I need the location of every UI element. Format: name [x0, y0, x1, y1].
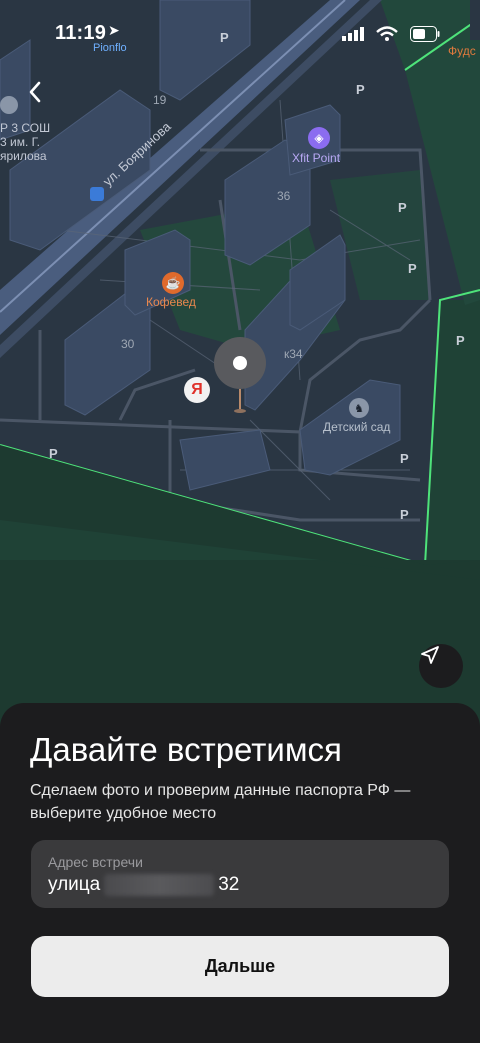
my-location-button[interactable] — [419, 644, 463, 688]
pin-icon — [214, 337, 266, 413]
address-label: Адрес встречи — [48, 854, 143, 870]
map-label-school-1: Р 3 СОШ — [0, 121, 51, 135]
chevron-left-icon — [29, 81, 41, 103]
xfit-label: Xfit Point — [292, 151, 341, 165]
location-services-icon: ➤ — [108, 22, 120, 38]
status-bar: 11:19 ➤ Pionflo — [0, 0, 480, 56]
parking-icon: P — [400, 451, 409, 466]
yandex-marker: Я — [184, 377, 210, 403]
coffee-cup-icon: ☕ — [162, 272, 184, 294]
signal-icon — [342, 27, 364, 41]
parking-icon: P — [400, 507, 409, 522]
parking-icon: P — [398, 200, 407, 215]
address-field[interactable]: Адрес встречи улица 32 — [31, 840, 449, 908]
bus-stop-icon — [90, 187, 104, 201]
rocking-horse-icon: ♞ — [349, 398, 369, 418]
map-label-building-k34: к34 — [284, 347, 303, 361]
map-label-building-30: 30 — [121, 337, 135, 351]
next-button[interactable]: Дальше — [31, 936, 449, 997]
navigation-arrow-icon — [421, 646, 439, 664]
school-icon — [0, 96, 18, 114]
parking-icon: P — [456, 333, 465, 348]
status-app-label: Pionflo — [93, 42, 127, 54]
status-icons — [342, 26, 440, 42]
bottom-sheet: Давайте встретимся Сделаем фото и провер… — [0, 703, 480, 1043]
map-label-school-2: 3 им. Г. — [0, 135, 40, 149]
map-label-building-19: 19 — [153, 93, 167, 107]
back-button[interactable] — [22, 78, 52, 108]
address-prefix: улица — [48, 874, 101, 895]
xfit-poi[interactable]: ◈ — [308, 127, 330, 149]
cafe-label: Кофевед — [146, 295, 196, 309]
redacted-street — [104, 874, 215, 896]
address-value: улица 32 — [48, 874, 239, 896]
address-suffix: 32 — [218, 874, 240, 895]
cafe-poi[interactable]: ☕ — [162, 272, 184, 294]
kindergarten-poi[interactable]: ♞ — [349, 398, 369, 418]
battery-icon — [410, 26, 440, 42]
map-label-school-3: ярилова — [0, 149, 47, 163]
sheet-title: Давайте встретимся — [30, 731, 342, 768]
parking-icon: P — [356, 82, 365, 97]
yandex-letter: Я — [191, 381, 203, 398]
parking-icon: P — [408, 261, 417, 276]
sheet-subtitle: Сделаем фото и проверим данные паспорта … — [30, 782, 411, 822]
dumbbell-icon: ◈ — [308, 127, 330, 149]
wifi-icon — [376, 26, 398, 41]
map-view[interactable]: ул. Бояринова 19 36 30 к34 Р 3 СОШ 3 им.… — [0, 0, 480, 720]
parking-icon: P — [49, 446, 58, 461]
map-label-building-36: 36 — [277, 189, 291, 203]
kindergarten-label: Детский сад — [323, 420, 391, 434]
